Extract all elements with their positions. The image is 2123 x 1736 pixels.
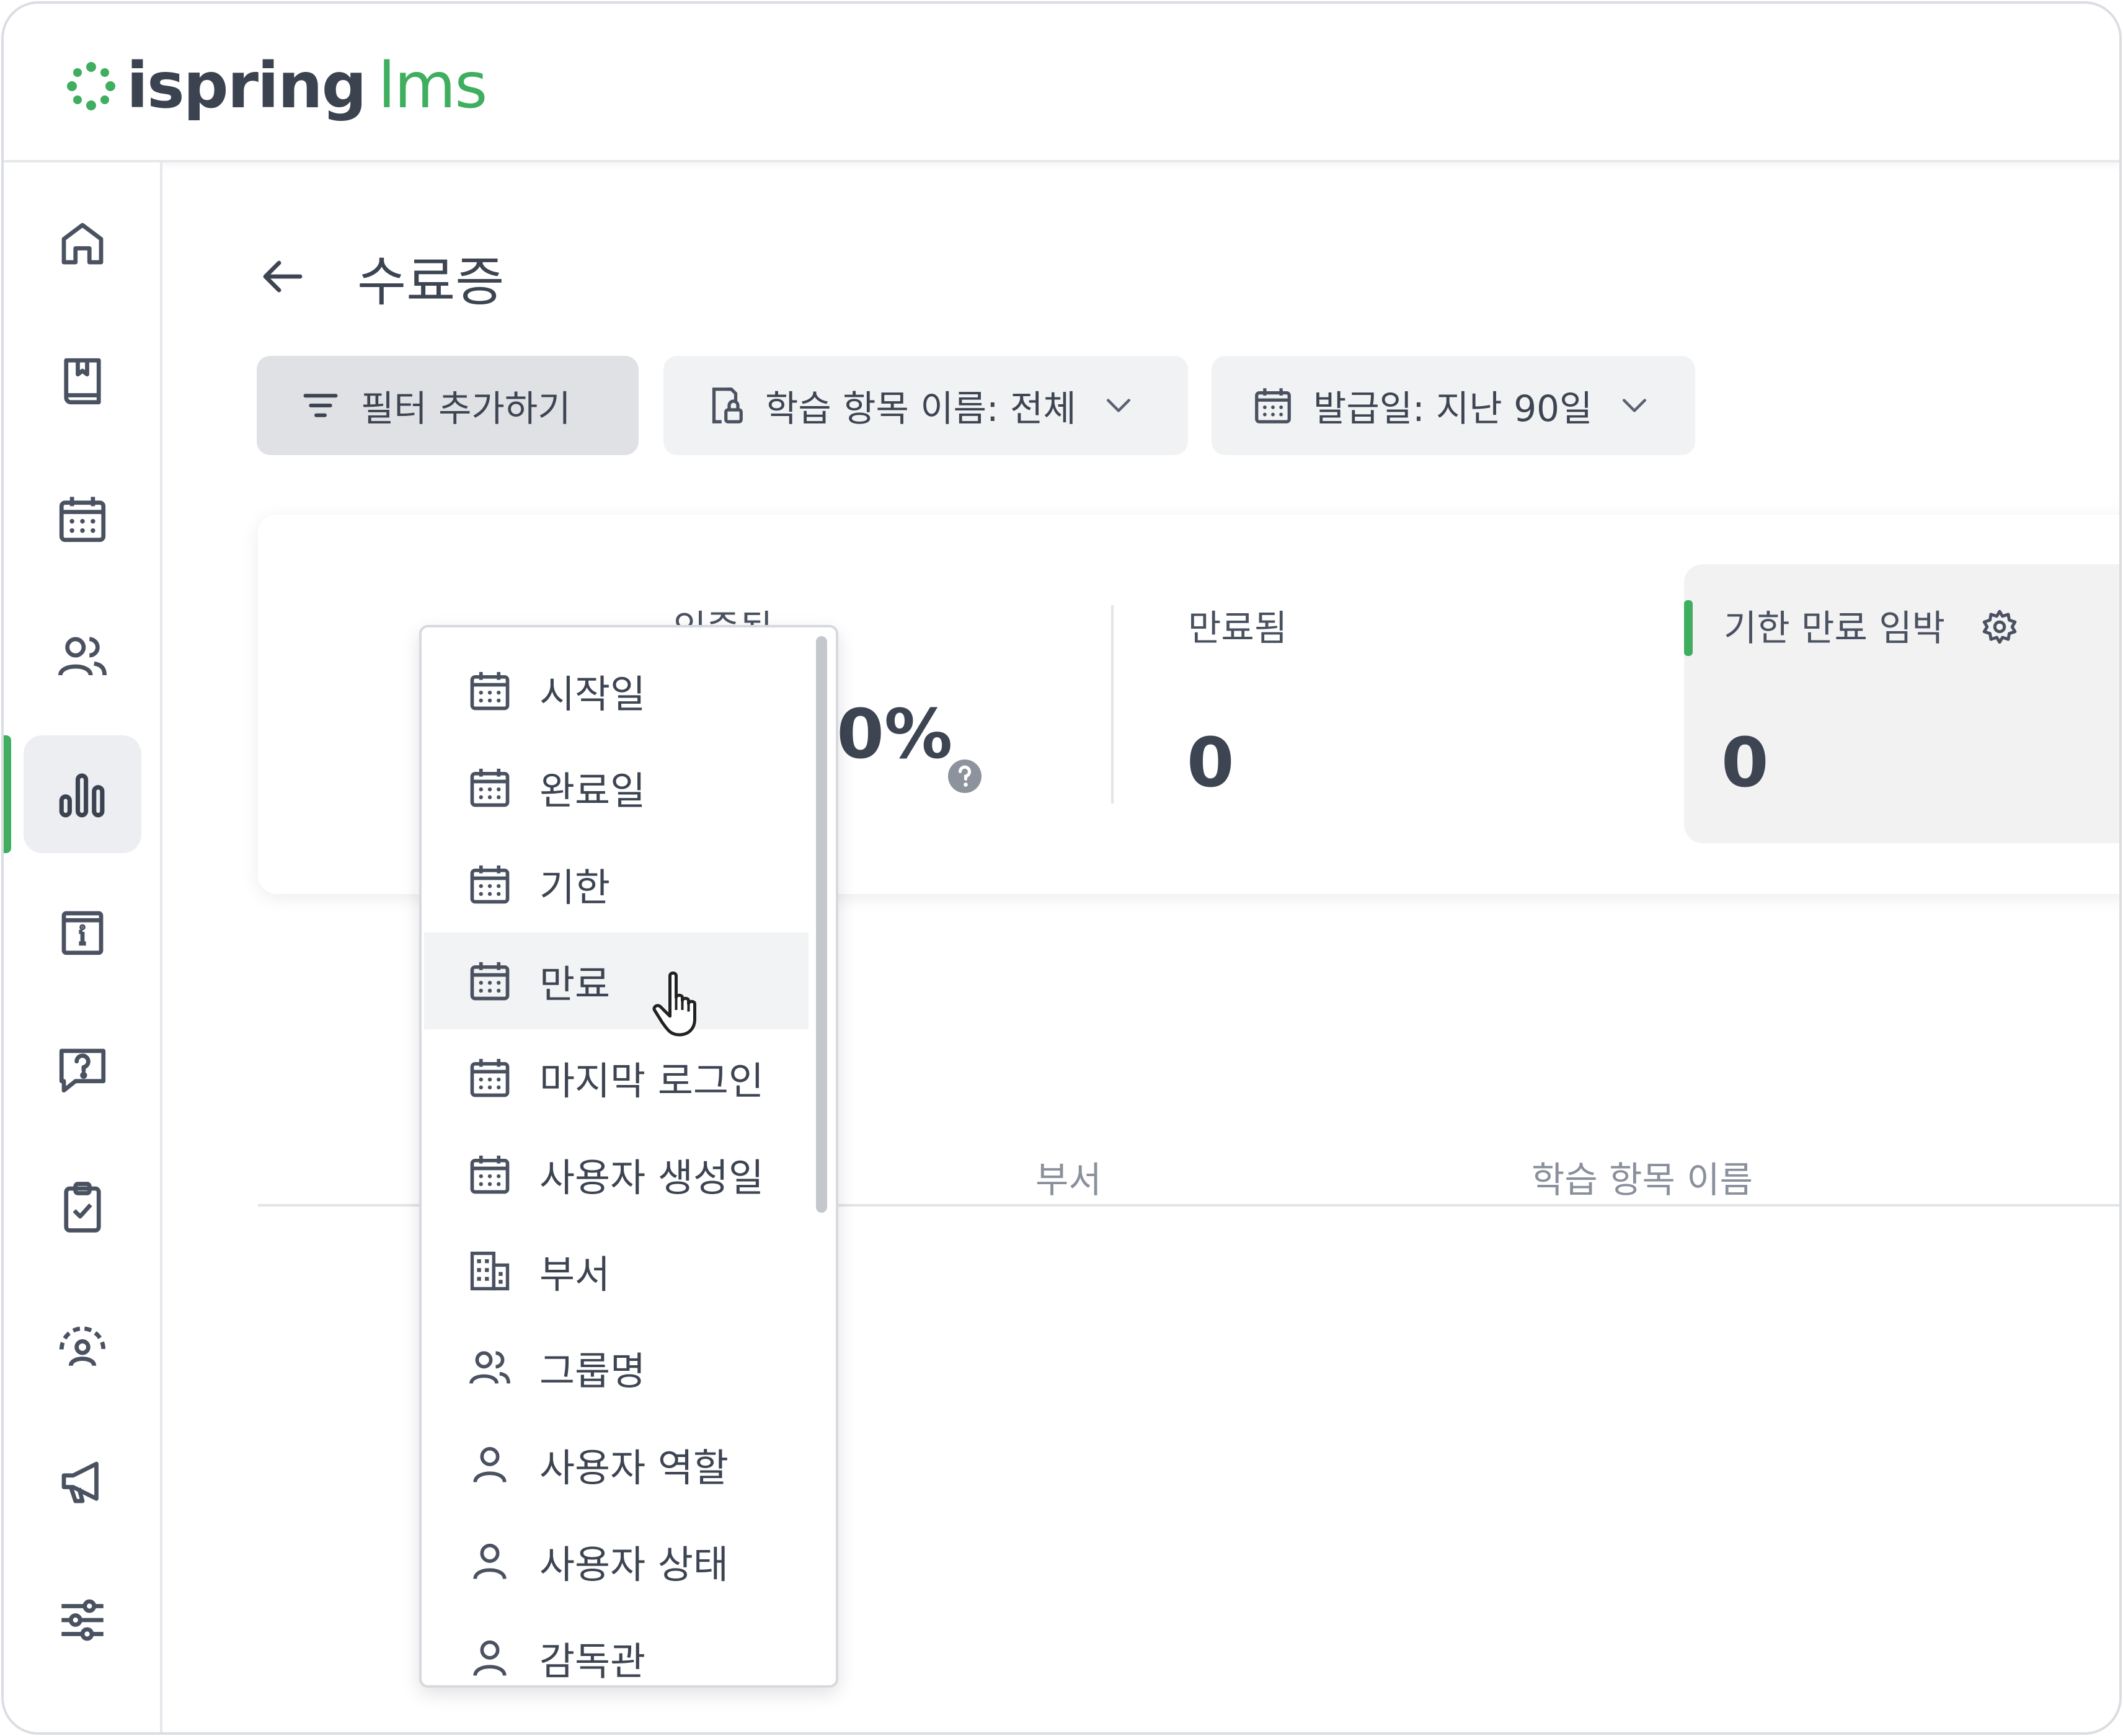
filter-option-completion-date[interactable]: 완료일: [424, 739, 809, 836]
back-arrow-icon[interactable]: [258, 252, 308, 301]
question-icon: [59, 1048, 106, 1093]
building-icon: [470, 1251, 510, 1291]
expiring-soon-card[interactable]: 기한 만료 임박 0: [1684, 564, 2119, 843]
expired-value: 0: [1187, 723, 1234, 802]
info-icon: [61, 911, 104, 955]
reports-icon: [59, 773, 105, 818]
home-icon: [61, 223, 104, 265]
logo-suffix: lms: [378, 49, 488, 123]
ispring-logo[interactable]: ispring lms: [63, 49, 488, 123]
column-header-department[interactable]: 부서: [1035, 1151, 1102, 1203]
stats-divider: [1111, 605, 1114, 804]
users-icon: [469, 1351, 510, 1384]
filter-option-label: 그룹명: [539, 1348, 646, 1394]
filter-option-label: 사용자 역할: [539, 1445, 729, 1490]
hand-cursor-icon: [652, 971, 696, 1037]
page-header: 수료증: [258, 239, 504, 314]
filter-option-label: 마지막 로그인: [539, 1058, 764, 1104]
user-icon: [473, 1640, 507, 1676]
calendar-icon: [470, 865, 510, 904]
filter-icon: [303, 394, 338, 417]
gauge-user-icon: [59, 1326, 106, 1366]
filter-option-expiration[interactable]: 만료: [424, 932, 809, 1029]
sidebar-item-calendar[interactable]: [24, 460, 141, 578]
sidebar-item-performance[interactable]: [24, 1286, 141, 1404]
sidebar-item-reports[interactable]: [4, 735, 141, 853]
filter-option-user-created-date[interactable]: 사용자 생성일: [424, 1126, 809, 1223]
column-header-course-name[interactable]: 학습 항목 이름: [1531, 1151, 1753, 1203]
main-content: 수료증 필터 추가하기 학습 항목 이름: 전체 발급일: 지난 90일 만료됨…: [165, 165, 2119, 1732]
megaphone-icon: [61, 1461, 99, 1504]
sidebar-item-home[interactable]: [24, 185, 141, 303]
filter-option-last-login[interactable]: 마지막 로그인: [424, 1029, 809, 1126]
chevron-down-icon: [1623, 399, 1647, 412]
chevron-down-icon: [1106, 399, 1130, 412]
filter-option-start-date[interactable]: 시작일: [424, 642, 809, 739]
expiring-label: 기한 만료 임박: [1724, 607, 1946, 649]
add-filter-dropdown: 시작일 완료일 기한 만료 마지막 로그인 사용자 생성일 부서 그룹명 사용자…: [419, 625, 838, 1688]
sliders-icon: [61, 1599, 104, 1641]
app-window: ispring lms 수료증 필터 추가하기 학습 항목 이름: 전체 발급일…: [1, 1, 2122, 1735]
logo-wordmark: ispring: [126, 49, 367, 123]
sidebar-item-questions[interactable]: [24, 1011, 141, 1128]
sidebar-item-announcements[interactable]: [24, 1424, 141, 1541]
filter-option-supervisor[interactable]: 감독관: [424, 1610, 809, 1685]
sidebar-item-info[interactable]: [24, 873, 141, 991]
filter-option-label: 사용자 상태: [539, 1542, 729, 1587]
calendar-icon: [59, 497, 106, 542]
filter-option-user-role[interactable]: 사용자 역할: [424, 1416, 809, 1513]
calendar-icon: [470, 768, 510, 807]
expired-label: 만료됨: [1188, 607, 1288, 649]
add-filter-button[interactable]: 필터 추가하기: [257, 356, 639, 455]
user-icon: [473, 1446, 507, 1483]
course-filter-button[interactable]: 학습 항목 이름: 전체: [663, 356, 1188, 455]
sidebar: [4, 162, 162, 1732]
course-filter-label: 학습 항목 이름: 전체: [765, 388, 1076, 430]
course-lock-icon: [712, 388, 743, 423]
clipboard-check-icon: [64, 1182, 101, 1233]
issue-date-filter-button[interactable]: 발급일: 지난 90일: [1212, 356, 1695, 455]
users-icon: [58, 637, 107, 676]
filter-option-due-date[interactable]: 기한: [424, 836, 809, 932]
filter-option-label: 시작일: [539, 671, 646, 717]
top-header: ispring lms: [4, 4, 2119, 162]
filter-option-label: 만료: [539, 962, 611, 1007]
sidebar-item-assignments[interactable]: [24, 1148, 141, 1266]
filter-option-label: 감독관: [539, 1639, 646, 1684]
ispring-spark-icon: [67, 62, 115, 110]
gear-icon[interactable]: [1980, 608, 2019, 646]
calendar-icon: [470, 1155, 510, 1194]
dropdown-scrollbar[interactable]: [816, 636, 827, 1213]
expiring-value: 0: [1721, 723, 1769, 802]
sidebar-item-settings[interactable]: [24, 1561, 141, 1679]
page-title: 수료증: [357, 250, 505, 313]
book-icon: [64, 358, 101, 405]
active-indicator: [4, 735, 11, 853]
calendar-icon: [470, 962, 510, 1001]
calendar-icon: [1255, 388, 1291, 423]
expiring-accent-bar: [1684, 600, 1693, 656]
sidebar-item-users[interactable]: [24, 598, 141, 715]
filter-option-label: 사용자 생성일: [539, 1155, 764, 1200]
sidebar-item-library[interactable]: [24, 322, 141, 440]
filter-option-user-status[interactable]: 사용자 상태: [424, 1513, 809, 1610]
filter-option-department[interactable]: 부서: [424, 1223, 809, 1319]
filter-option-label: 기한: [539, 865, 611, 910]
user-icon: [473, 1543, 507, 1580]
add-filter-label: 필터 추가하기: [361, 388, 571, 430]
filter-option-label: 부서: [539, 1252, 611, 1297]
calendar-icon: [470, 1058, 510, 1097]
issue-date-filter-label: 발급일: 지난 90일: [1313, 388, 1593, 430]
filter-option-label: 완료일: [539, 768, 646, 813]
filter-option-group-name[interactable]: 그룹명: [424, 1319, 809, 1416]
calendar-icon: [470, 671, 510, 711]
